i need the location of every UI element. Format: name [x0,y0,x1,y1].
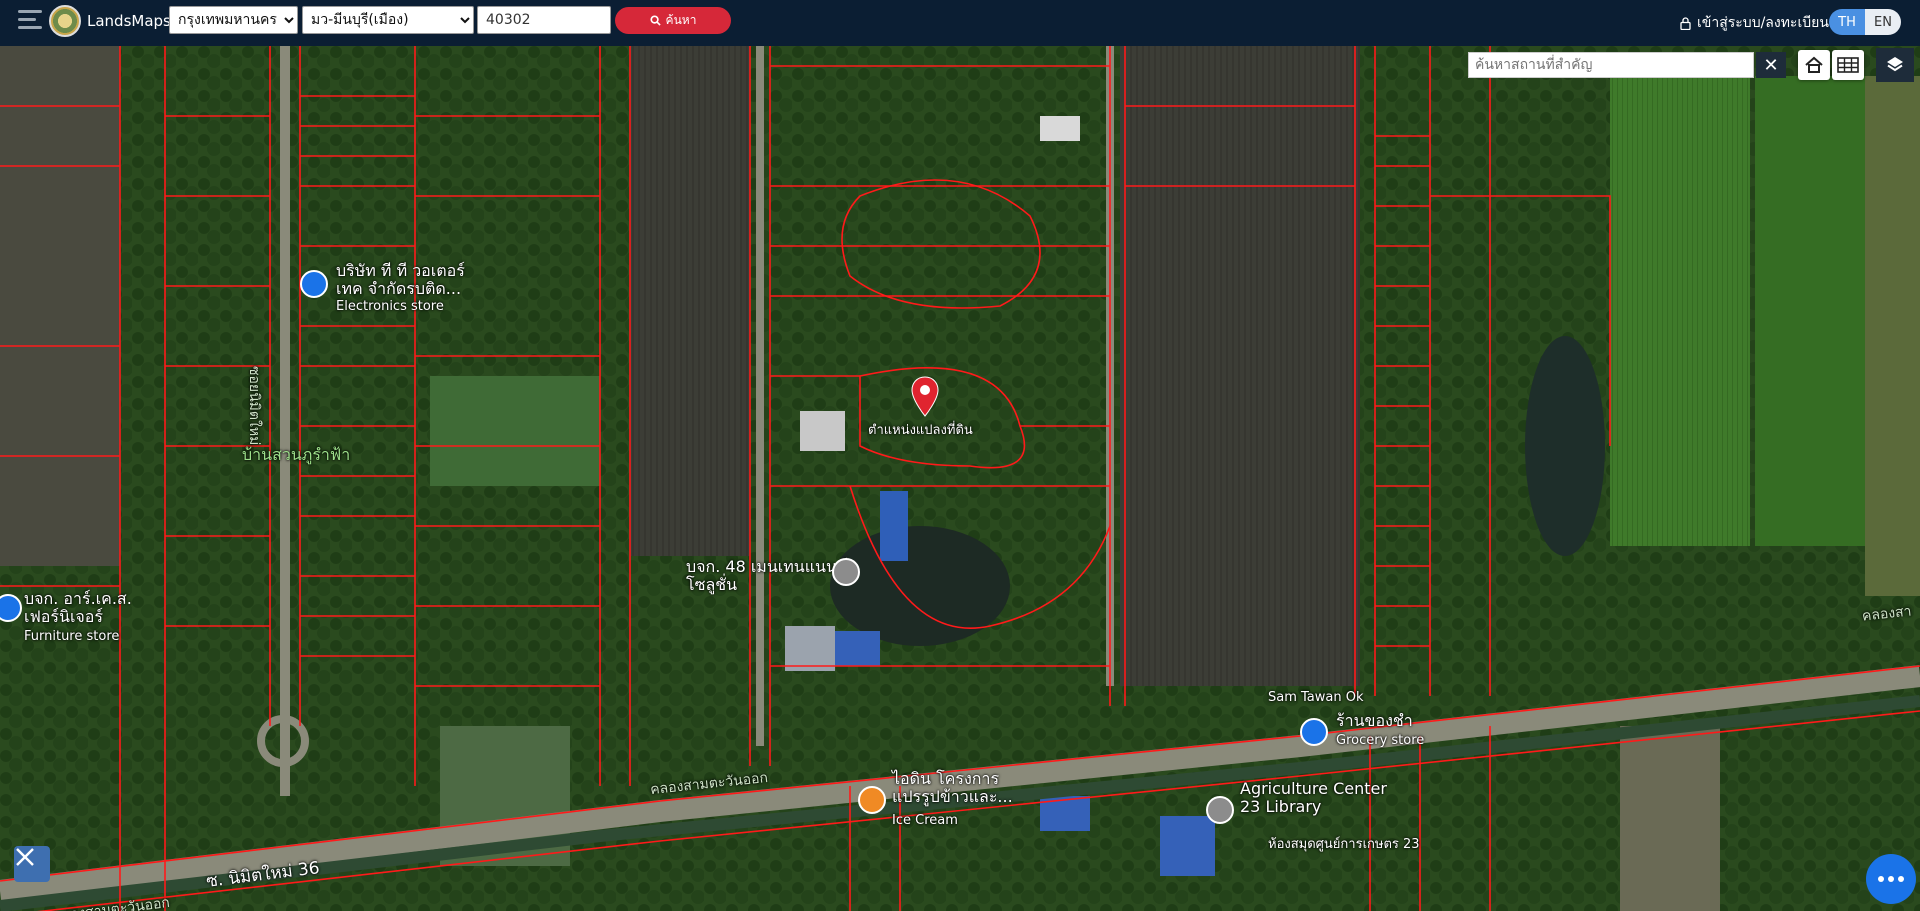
chat-dot-icon [1898,876,1904,882]
roof [1040,116,1080,141]
place-type-label: Grocery store [1336,733,1425,748]
field [630,46,750,556]
top-bar: LandsMaps กรุงเทพมหานคร มว-มีนบุรี(เมือง… [0,0,1920,46]
company-marker[interactable] [832,558,860,586]
place-type-label: Furniture store [24,629,120,644]
place-label[interactable]: ไอดิน โครงการ แปรรูปข้าวและ... [892,769,1022,807]
lock-icon [1680,16,1691,30]
place-label[interactable]: Agriculture Center 23 Library [1240,779,1400,817]
chat-dot-icon [1888,876,1894,882]
roof [785,626,835,671]
search-button[interactable]: ค้นหา [615,7,731,34]
language-toggle: TH EN [1829,9,1901,35]
library-marker[interactable] [1206,796,1234,824]
electronics-store-marker[interactable] [300,270,328,298]
field [1620,726,1720,911]
grid-button[interactable] [1832,50,1864,80]
landsmaps-logo [49,5,81,37]
field [1610,76,1750,546]
place-label[interactable]: บจก. 48 เมนเทนแนนซ์ โซลูชั่น [686,557,848,595]
place-label[interactable]: บริษัท ที ที วอเตอร์ เทค จำกัดรบติด... [336,261,486,299]
roof [800,411,845,451]
search-button-label: ค้นหา [665,13,697,27]
parcel-location-pin-icon[interactable] [910,376,940,418]
login-label: เข้าสู่ระบบ/ลงทะเบียน [1697,15,1829,31]
measure-tools-button[interactable] [14,846,50,882]
grid-icon [1837,57,1859,73]
place-label[interactable]: บ้านสวนภูรำฟ้า [242,445,350,464]
field [1120,46,1360,686]
restaurant-marker[interactable] [858,786,886,814]
parcel-location-label: ตำแหน่งแปลงที่ดิน [868,423,973,438]
field [1865,76,1920,596]
layers-button[interactable] [1876,48,1914,82]
province-select[interactable]: กรุงเทพมหานคร [169,6,298,34]
lang-th-button[interactable]: TH [1829,9,1865,35]
place-label[interactable]: Sam Tawan Ok [1268,690,1364,706]
roof [880,491,908,561]
place-type-label: Ice Cream [892,813,958,828]
road-label: ซอยนิมิตใหม่ [246,366,262,446]
home-icon [1805,56,1823,73]
parcel-number-input[interactable] [477,6,611,34]
lang-en-button[interactable]: EN [1865,9,1901,35]
place-label[interactable]: บจก. อาร์.เค.ส. เฟอร์นิเจอร์ [24,589,154,627]
chat-button[interactable] [1866,854,1916,904]
satellite-map[interactable]: บริษัท ที ที วอเตอร์ เทค จำกัดรบติด... E… [0,46,1920,911]
grocery-store-marker[interactable] [1300,718,1328,746]
search-icon [650,15,661,26]
district-select[interactable]: มว-มีนบุรี(เมือง) [302,6,474,34]
brand-name: LandsMaps [87,12,171,30]
place-type-label: Electronics store [336,299,444,314]
home-button[interactable] [1798,50,1830,80]
layers-icon [1887,57,1903,72]
login-link[interactable]: เข้าสู่ระบบ/ลงทะเบียน [1680,12,1829,34]
field [430,376,600,486]
hamburger-menu-icon[interactable] [18,10,42,32]
place-label[interactable]: ร้านของชำ [1336,711,1413,730]
tools-icon [16,848,34,866]
field [1755,76,1865,546]
place-type-label: ห้องสมุดศูนย์การเกษตร 23 [1268,837,1420,852]
roof [1160,816,1215,876]
chat-dot-icon [1878,876,1884,882]
pond [1525,336,1605,556]
place-search-input[interactable] [1468,52,1754,78]
clear-search-button[interactable]: ✕ [1756,52,1786,78]
roof [835,631,880,666]
field [0,46,120,566]
